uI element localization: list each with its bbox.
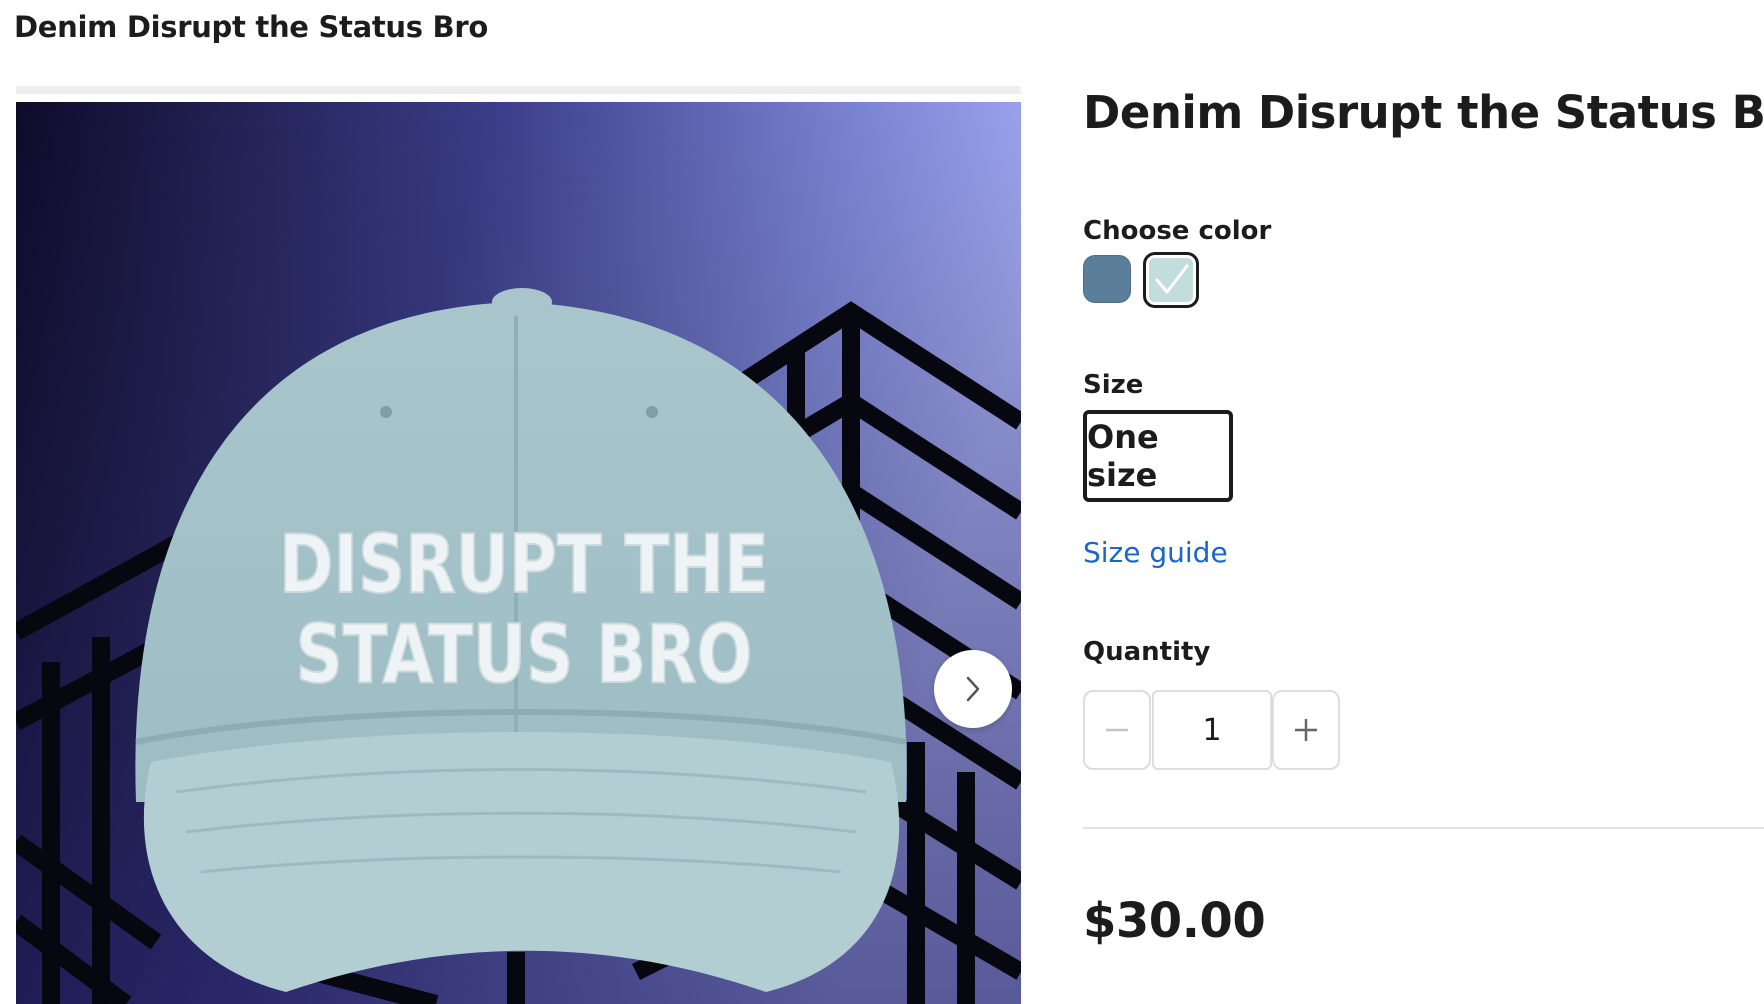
product-title: Denim Disrupt the Status Bro xyxy=(1083,86,1764,139)
quantity-increase-button[interactable] xyxy=(1272,690,1340,770)
product-price: $30.00 xyxy=(1083,893,1266,949)
divider xyxy=(1083,827,1764,829)
chevron-right-icon xyxy=(966,676,980,702)
page-header-title: Denim Disrupt the Status Bro xyxy=(14,10,488,44)
quantity-input[interactable]: 1 xyxy=(1152,690,1272,770)
size-label: Size xyxy=(1083,370,1144,400)
color-swatch-light-denim[interactable] xyxy=(1143,252,1199,308)
next-image-button[interactable] xyxy=(934,650,1012,728)
plus-icon xyxy=(1295,719,1317,741)
size-guide-link[interactable]: Size guide xyxy=(1083,536,1228,569)
minus-icon xyxy=(1106,728,1128,732)
product-gallery: DISRUPT THE STATUS BRO xyxy=(16,86,1021,1004)
cap-embroidery-line-1: DISRUPT THE xyxy=(279,519,769,612)
color-swatch-blue[interactable] xyxy=(1083,255,1131,303)
product-image: DISRUPT THE STATUS BRO xyxy=(16,102,1021,1004)
cap-embroidery-line-2: STATUS BRO xyxy=(296,609,753,702)
check-icon xyxy=(1155,264,1189,294)
product-details: Denim Disrupt the Status Bro Choose colo… xyxy=(1083,0,1764,996)
quantity-label: Quantity xyxy=(1083,637,1211,667)
size-option-one-size[interactable]: One size xyxy=(1083,410,1233,502)
quantity-decrease-button[interactable] xyxy=(1083,690,1151,770)
color-label: Choose color xyxy=(1083,216,1272,246)
